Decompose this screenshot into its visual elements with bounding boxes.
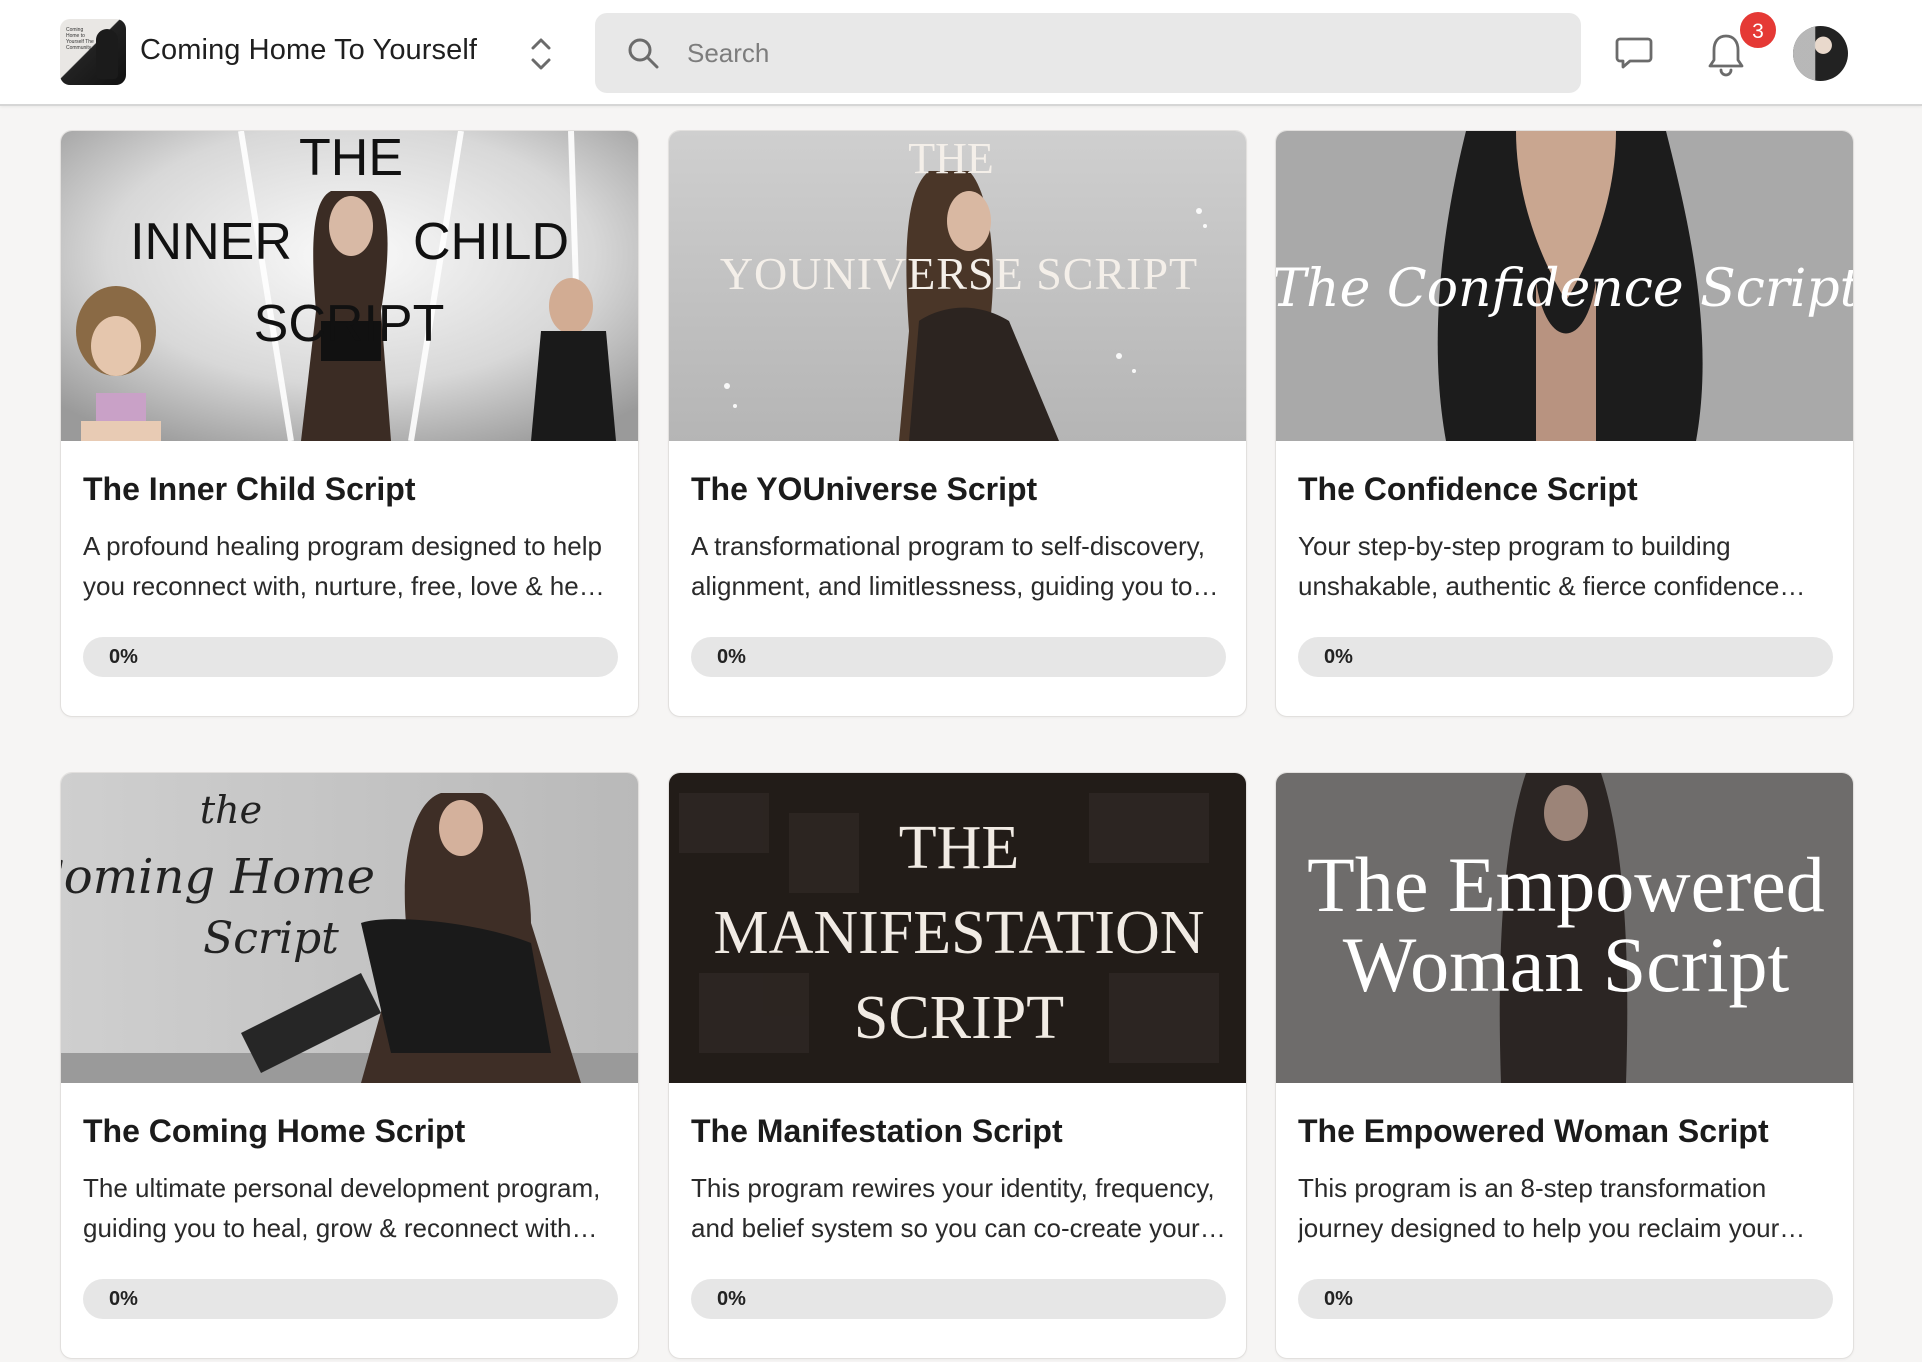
community-name[interactable]: Coming Home To Yourself: [140, 34, 477, 67]
thumbnail-text: CHILD: [413, 213, 569, 271]
progress-bar: 0%: [1298, 1279, 1833, 1319]
course-thumbnail[interactable]: the Coming Home Script: [61, 773, 638, 1083]
course-card[interactable]: the Coming Home Script The Coming Home S…: [60, 772, 639, 1359]
progress-bar: 0%: [83, 1279, 618, 1319]
logo-text: Coming Home to Yourself The Community: [66, 27, 94, 51]
course-description: A profound healing program designed to h…: [83, 531, 602, 601]
progress-label: 0%: [1324, 646, 1353, 668]
course-card[interactable]: THE YOUNIVERSE SCRIPT The YOUniverse Scr…: [668, 130, 1247, 717]
chat-icon[interactable]: [1614, 33, 1654, 73]
course-card[interactable]: The Empowered Woman Script The Empowered…: [1275, 772, 1854, 1359]
thumbnail-text: Coming Home: [61, 849, 375, 905]
logo-figure: [96, 29, 118, 79]
course-title[interactable]: The Manifestation Script: [691, 1113, 1231, 1150]
progress-label: 0%: [1324, 1288, 1353, 1310]
thumbnail-text: THE: [908, 134, 994, 183]
thumbnail-text: SCRIPT: [254, 295, 445, 353]
course-thumbnail[interactable]: THE INNER CHILD SCRIPT: [61, 131, 638, 441]
thumbnail-text: Script: [203, 913, 339, 964]
thumbnail-text: SCRIPT: [854, 984, 1064, 1052]
thumbnail-text: INNER: [130, 213, 292, 271]
thumbnail-text: the: [200, 788, 262, 832]
course-card[interactable]: The Confidence Script The Confidence Scr…: [1275, 130, 1854, 717]
notification-badge[interactable]: 3: [1738, 10, 1778, 50]
progress-label: 0%: [109, 646, 138, 668]
course-description: A transformational program to self-disco…: [691, 531, 1205, 601]
thumbnail-text: YOUNIVERSE SCRIPT: [720, 248, 1198, 299]
search-bar[interactable]: [595, 13, 1581, 93]
progress-bar: 0%: [83, 637, 618, 677]
top-bar: Coming Home to Yourself The Community Co…: [0, 0, 1922, 106]
course-thumbnail[interactable]: THE MANIFESTATION SCRIPT: [669, 773, 1246, 1083]
course-title[interactable]: The Empowered Woman Script: [1298, 1113, 1838, 1150]
progress-label: 0%: [109, 1288, 138, 1310]
course-title[interactable]: The Inner Child Script: [83, 471, 623, 508]
progress-bar: 0%: [691, 1279, 1226, 1319]
progress-label: 0%: [717, 1288, 746, 1310]
community-logo[interactable]: Coming Home to Yourself The Community: [60, 19, 126, 85]
course-thumbnail[interactable]: THE YOUNIVERSE SCRIPT: [669, 131, 1246, 441]
thumbnail-text: Woman Script: [1343, 921, 1790, 1008]
progress-label: 0%: [717, 646, 746, 668]
search-icon: [628, 38, 659, 69]
course-title[interactable]: The Confidence Script: [1298, 471, 1838, 508]
chevron-up-down-icon[interactable]: [528, 34, 554, 74]
course-description: Your step-by-step program to building un…: [1298, 531, 1780, 601]
course-thumbnail[interactable]: The Confidence Script: [1276, 131, 1854, 441]
course-card[interactable]: THE INNER CHILD SCRIPT The Inner Child S…: [60, 130, 639, 717]
course-description: The ultimate personal development progra…: [83, 1173, 601, 1243]
thumbnail-text: The Empowered: [1307, 841, 1825, 928]
progress-bar: 0%: [1298, 637, 1833, 677]
thumbnail-text: MANIFESTATION: [713, 899, 1204, 967]
course-card[interactable]: THE MANIFESTATION SCRIPT The Manifestati…: [668, 772, 1247, 1359]
thumbnail-text: THE: [299, 131, 403, 187]
course-title[interactable]: The YOUniverse Script: [691, 471, 1231, 508]
course-description: This program is an 8-step transformation…: [1298, 1173, 1780, 1243]
user-avatar[interactable]: [1793, 26, 1848, 81]
course-description: This program rewires your identity, freq…: [691, 1173, 1215, 1243]
progress-bar: 0%: [691, 637, 1226, 677]
avatar-background: [1793, 26, 1848, 81]
search-input[interactable]: [687, 31, 1547, 75]
course-title[interactable]: The Coming Home Script: [83, 1113, 623, 1150]
course-thumbnail[interactable]: The Empowered Woman Script: [1276, 773, 1853, 1083]
thumbnail-text: The Confidence Script: [1276, 259, 1854, 319]
thumbnail-text: THE: [899, 814, 1020, 882]
